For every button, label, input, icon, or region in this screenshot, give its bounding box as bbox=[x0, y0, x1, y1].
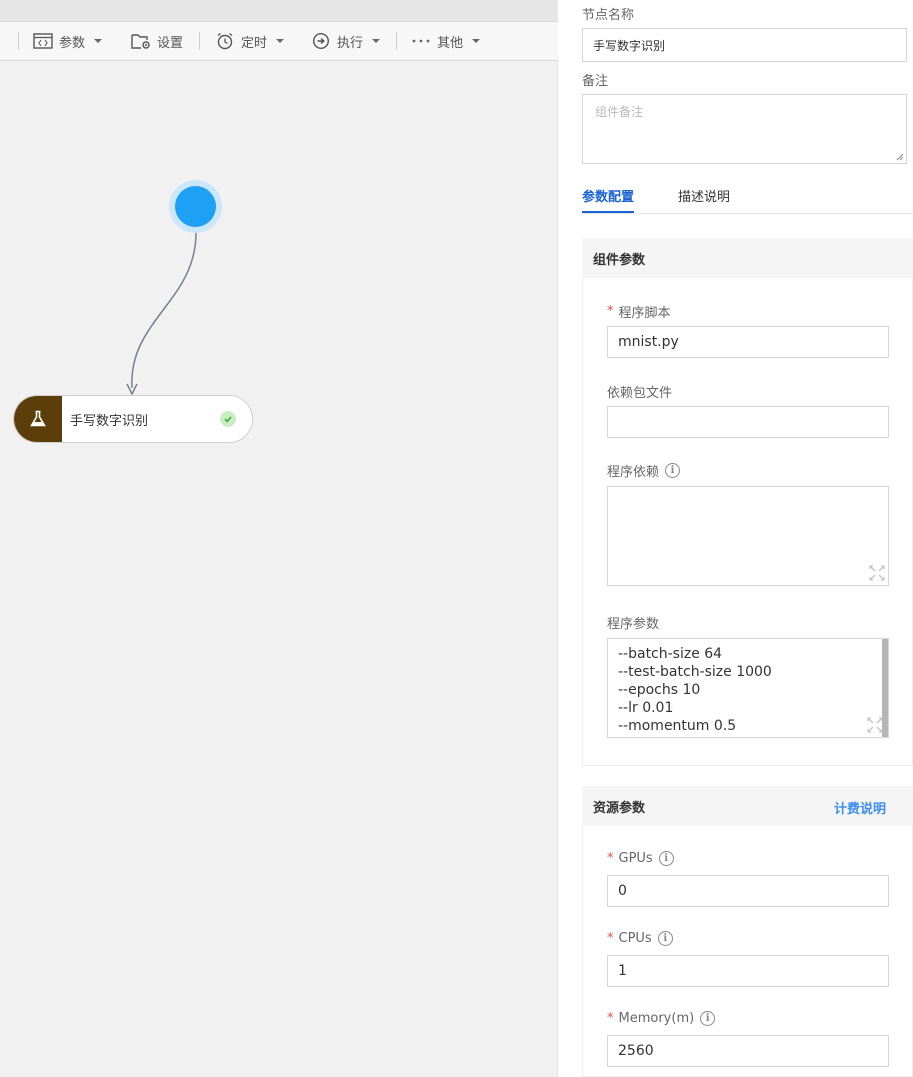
schedule-menu-button[interactable]: 定时 bbox=[215, 32, 285, 51]
more-menu-label: 其他 bbox=[437, 35, 464, 51]
params-menu-label: 参数 bbox=[59, 35, 86, 51]
memory-input[interactable]: 2560 bbox=[607, 1035, 889, 1067]
code-window-icon bbox=[33, 32, 53, 50]
top-strip bbox=[0, 0, 558, 22]
memory-label-text: Memory(m) bbox=[618, 1011, 695, 1026]
cpus-label-text: CPUs bbox=[618, 931, 652, 946]
more-menu-button[interactable]: 其他 bbox=[411, 32, 481, 51]
run-circle-icon bbox=[311, 32, 331, 50]
remark-textarea[interactable]: 组件备注 bbox=[582, 94, 907, 164]
run-menu-label: 执行 bbox=[337, 35, 364, 51]
component-params-title: 组件参数 bbox=[593, 252, 646, 268]
deps-file-label-text: 依赖包文件 bbox=[607, 386, 673, 401]
alarm-clock-icon bbox=[215, 32, 235, 50]
expand-icon[interactable] bbox=[868, 564, 886, 582]
params-menu-button[interactable]: 参数 bbox=[33, 32, 103, 51]
check-circle-icon bbox=[220, 411, 236, 427]
deps-label-text: 程序依赖 bbox=[607, 465, 660, 480]
script-label-text: 程序脚本 bbox=[618, 306, 671, 321]
required-mark: * bbox=[607, 931, 614, 946]
node-name-input[interactable]: 手写数字识别 bbox=[582, 28, 907, 62]
component-params-header: 组件参数 bbox=[582, 238, 913, 278]
memory-label: * Memory(m) i bbox=[607, 1011, 716, 1026]
script-label: * 程序脚本 bbox=[607, 302, 671, 321]
flask-icon bbox=[14, 396, 62, 442]
info-icon[interactable]: i bbox=[658, 851, 674, 866]
gpus-label-text: GPUs bbox=[618, 851, 653, 866]
start-node-dot bbox=[175, 186, 216, 227]
node-label: 手写数字识别 bbox=[70, 413, 149, 429]
deps-label: 程序依赖 i bbox=[607, 461, 681, 480]
toolbar-divider bbox=[199, 32, 201, 50]
billing-info-link[interactable]: 计费说明 bbox=[834, 798, 886, 817]
deps-file-input[interactable] bbox=[607, 406, 889, 438]
info-icon[interactable]: i bbox=[657, 931, 673, 946]
chevron-down-icon bbox=[372, 39, 381, 43]
resize-handle-icon[interactable] bbox=[896, 153, 904, 161]
properties-panel: 节点名称 手写数字识别 备注 组件备注 参数配置 描述说明 组件参数 * 程序脚本… bbox=[559, 0, 913, 1077]
chevron-down-icon bbox=[276, 39, 285, 43]
args-label: 程序参数 bbox=[607, 613, 659, 632]
tab-params-config[interactable]: 参数配置 bbox=[582, 186, 634, 205]
args-line: --lr 0.01 bbox=[618, 700, 674, 716]
toolbar-divider bbox=[396, 32, 398, 50]
required-mark: * bbox=[607, 304, 614, 319]
chevron-down-icon bbox=[472, 39, 481, 43]
script-input[interactable]: mnist.py bbox=[607, 326, 889, 358]
config-tabs: 参数配置 描述说明 bbox=[582, 176, 913, 214]
info-icon[interactable]: i bbox=[665, 463, 681, 478]
remark-placeholder: 组件备注 bbox=[595, 105, 644, 119]
more-dots-icon bbox=[411, 32, 431, 50]
args-label-text: 程序参数 bbox=[607, 617, 660, 632]
tab-description[interactable]: 描述说明 bbox=[678, 186, 730, 205]
start-node[interactable] bbox=[169, 180, 222, 233]
cpus-input[interactable]: 1 bbox=[607, 955, 889, 987]
deps-textarea[interactable] bbox=[607, 486, 889, 586]
args-line: --test-batch-size 1000 bbox=[618, 664, 772, 680]
required-mark: * bbox=[607, 851, 614, 866]
args-line: --batch-size 64 bbox=[618, 646, 723, 662]
settings-button[interactable]: 设置 bbox=[131, 32, 183, 51]
args-textarea[interactable]: --batch-size 64 --test-batch-size 1000 -… bbox=[607, 638, 889, 738]
remark-label: 备注 bbox=[582, 74, 609, 89]
workflow-node[interactable]: 手写数字识别 bbox=[13, 395, 253, 443]
settings-label: 设置 bbox=[157, 35, 184, 51]
gpus-label: * GPUs i bbox=[607, 851, 674, 866]
schedule-menu-label: 定时 bbox=[241, 35, 268, 51]
toolbar: 参数 设置 定时 执行 其他 bbox=[0, 22, 558, 61]
active-tab-indicator bbox=[582, 211, 634, 213]
expand-icon[interactable] bbox=[866, 716, 884, 734]
deps-file-label: 依赖包文件 bbox=[607, 382, 672, 401]
run-menu-button[interactable]: 执行 bbox=[311, 32, 381, 51]
settings-folder-icon bbox=[131, 32, 151, 50]
cpus-label: * CPUs i bbox=[607, 931, 673, 946]
toolbar-divider bbox=[18, 32, 19, 50]
gpus-input[interactable]: 0 bbox=[607, 875, 889, 907]
required-mark: * bbox=[607, 1011, 614, 1026]
args-line: --momentum 0.5 bbox=[618, 718, 737, 734]
args-line: --epochs 10 bbox=[618, 682, 701, 698]
resource-params-title: 资源参数 bbox=[593, 800, 646, 816]
chevron-down-icon bbox=[94, 39, 103, 43]
info-icon[interactable]: i bbox=[700, 1011, 716, 1026]
node-name-label: 节点名称 bbox=[582, 8, 635, 23]
workflow-canvas[interactable]: 参数 设置 定时 执行 其他 手写数字识别 bbox=[0, 0, 558, 1077]
